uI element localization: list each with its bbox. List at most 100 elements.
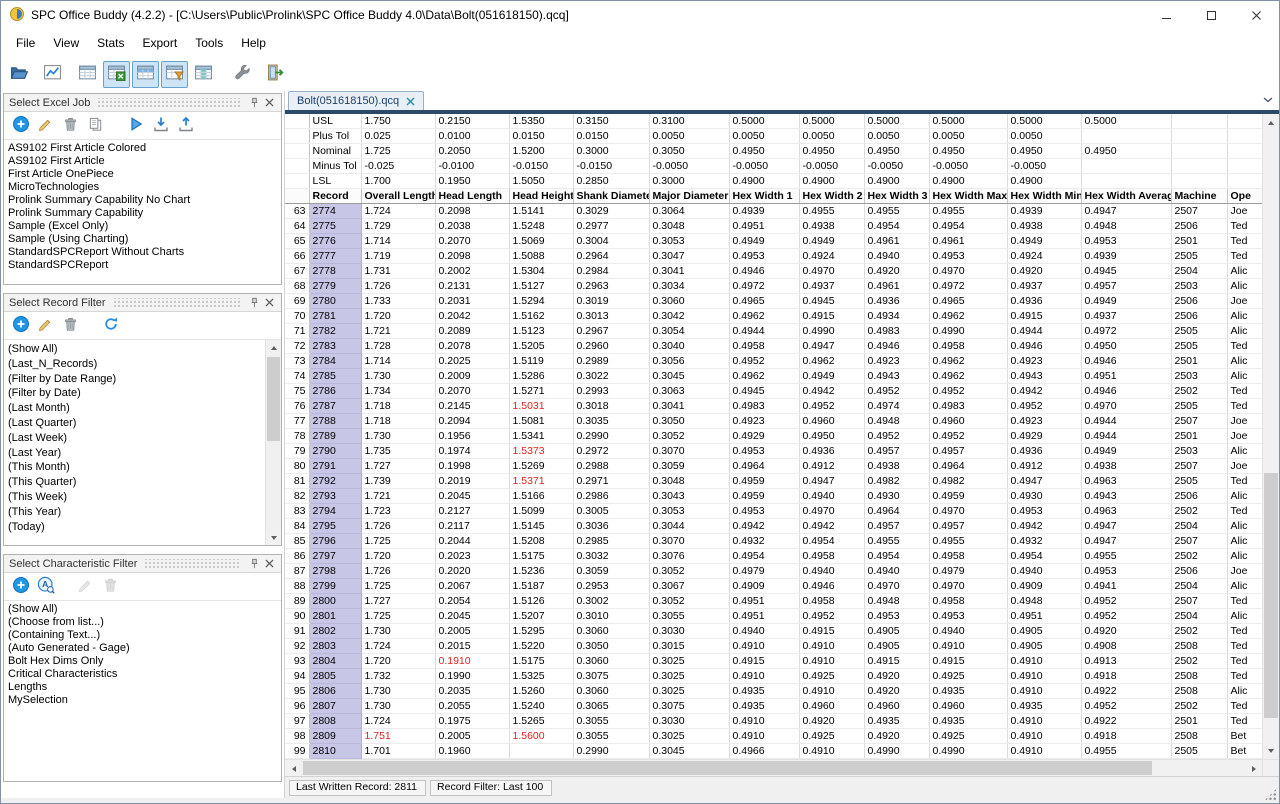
data-cell[interactable]: 0.4962 [729,369,799,384]
data-cell[interactable]: 0.4965 [929,294,1007,309]
data-cell[interactable]: 2503 [1171,444,1227,459]
record-filter-item[interactable]: (Show All) [4,342,265,357]
data-cell[interactable]: 0.4949 [1081,444,1171,459]
data-cell[interactable]: 1.730 [361,684,435,699]
data-cell[interactable]: 1.724 [361,204,435,219]
data-cell[interactable]: 1.724 [361,639,435,654]
data-cell[interactable]: 0.4958 [929,594,1007,609]
data-cell[interactable]: 1.5145 [509,519,573,534]
data-cell[interactable]: 0.3041 [649,399,729,414]
excel-job-item[interactable]: First Article OnePiece [4,168,281,181]
excel-job-item[interactable]: AS9102 First Article [4,155,281,168]
data-cell[interactable]: 0.4990 [929,744,1007,759]
spec-label-cell[interactable]: Minus Tol [309,159,361,174]
data-cell[interactable]: 1.720 [361,309,435,324]
record-cell[interactable]: 2785 [309,369,361,384]
data-cell[interactable]: Bet [1227,729,1262,744]
data-cell[interactable]: 1.719 [361,249,435,264]
data-cell[interactable]: 1.727 [361,594,435,609]
record-filter-panel-toggle-button[interactable] [132,61,159,88]
record-cell[interactable]: 2786 [309,384,361,399]
data-grid-view-button[interactable] [74,61,101,88]
data-cell[interactable]: 0.4930 [864,489,929,504]
data-cell[interactable]: Alic [1227,354,1262,369]
data-cell[interactable]: 0.2985 [573,534,649,549]
data-cell[interactable]: 0.2990 [573,744,649,759]
spec-value-cell[interactable] [1081,159,1171,174]
data-cell[interactable]: 0.4905 [1007,624,1081,639]
spec-value-cell[interactable]: 0.0050 [649,129,729,144]
data-cell[interactable]: 1.730 [361,369,435,384]
data-cell[interactable]: 0.4940 [864,564,929,579]
data-cell[interactable]: 0.4920 [1081,624,1171,639]
spec-value-cell[interactable]: 0.0050 [799,129,864,144]
record-cell[interactable]: 2783 [309,339,361,354]
spec-label-cell[interactable]: LSL [309,174,361,189]
data-cell[interactable]: 0.4910 [799,654,864,669]
data-cell[interactable]: 0.4951 [729,594,799,609]
data-cell[interactable]: 1.730 [361,699,435,714]
data-cell[interactable]: 0.2098 [435,249,509,264]
data-cell[interactable]: 2508 [1171,669,1227,684]
spec-value-cell[interactable]: 0.4950 [929,144,1007,159]
maximize-button[interactable] [1189,1,1234,29]
data-cell[interactable]: 2502 [1171,504,1227,519]
data-cell[interactable]: 0.4952 [729,354,799,369]
data-cell[interactable]: 0.2989 [573,354,649,369]
data-cell[interactable]: 0.4946 [729,264,799,279]
data-cell[interactable]: 2501 [1171,714,1227,729]
data-cell[interactable]: 0.4940 [864,249,929,264]
data-cell[interactable]: 0.4910 [729,714,799,729]
data-cell[interactable]: 0.4990 [799,324,864,339]
record-cell[interactable]: 2781 [309,309,361,324]
data-cell[interactable]: 0.4953 [929,609,1007,624]
scroll-down-button[interactable] [1263,742,1279,759]
data-cell[interactable]: 0.4955 [929,534,1007,549]
data-cell[interactable]: 1.726 [361,279,435,294]
data-cell[interactable]: 1.5175 [509,654,573,669]
data-cell[interactable]: 1.5260 [509,684,573,699]
data-cell[interactable]: 0.1910 [435,654,509,669]
data-cell[interactable]: 0.2977 [573,219,649,234]
spec-value-cell[interactable]: -0.025 [361,159,435,174]
spec-label-cell[interactable]: Nominal [309,144,361,159]
data-cell[interactable]: Ted [1227,714,1262,729]
data-cell[interactable]: 1.5269 [509,459,573,474]
excel-job-item[interactable]: MicroTechnologies [4,181,281,194]
column-header[interactable]: Major Diameter [649,189,729,204]
spec-value-cell[interactable] [1171,159,1227,174]
data-cell[interactable]: 0.3019 [573,294,649,309]
record-cell[interactable]: 2808 [309,714,361,729]
excel-job-item[interactable]: AS9102 First Article Colored [4,142,281,155]
data-cell[interactable]: 2504 [1171,519,1227,534]
data-cell[interactable]: 0.4950 [799,429,864,444]
data-cell[interactable]: 0.3015 [649,639,729,654]
record-cell[interactable]: 2800 [309,594,361,609]
data-cell[interactable]: 1.5236 [509,564,573,579]
spec-value-cell[interactable]: -0.0050 [799,159,864,174]
data-cell[interactable]: 0.3004 [573,234,649,249]
data-cell[interactable]: 0.3030 [649,714,729,729]
data-cell[interactable]: 0.4918 [1081,729,1171,744]
data-cell[interactable]: 0.4940 [729,624,799,639]
data-cell[interactable]: 1.5069 [509,234,573,249]
spec-value-cell[interactable]: 0.4950 [864,144,929,159]
data-cell[interactable]: 1.731 [361,264,435,279]
record-cell[interactable]: 2778 [309,264,361,279]
data-cell[interactable]: 0.3060 [573,624,649,639]
data-cell[interactable]: 0.2984 [573,264,649,279]
spec-value-cell[interactable] [1171,114,1227,129]
row-number-cell[interactable]: 94 [285,669,309,684]
data-cell[interactable]: 0.4912 [799,459,864,474]
data-cell[interactable]: 0.4936 [799,444,864,459]
data-cell[interactable]: 0.3056 [649,354,729,369]
data-cell[interactable]: 2505 [1171,339,1227,354]
data-cell[interactable]: 0.3030 [649,624,729,639]
record-cell[interactable]: 2780 [309,294,361,309]
data-cell[interactable]: 0.4962 [929,354,1007,369]
spec-value-cell[interactable]: 0.4950 [799,144,864,159]
column-header[interactable] [285,189,309,204]
data-cell[interactable]: 0.2131 [435,279,509,294]
data-cell[interactable]: 0.3002 [573,594,649,609]
data-cell[interactable]: 0.4913 [1081,654,1171,669]
